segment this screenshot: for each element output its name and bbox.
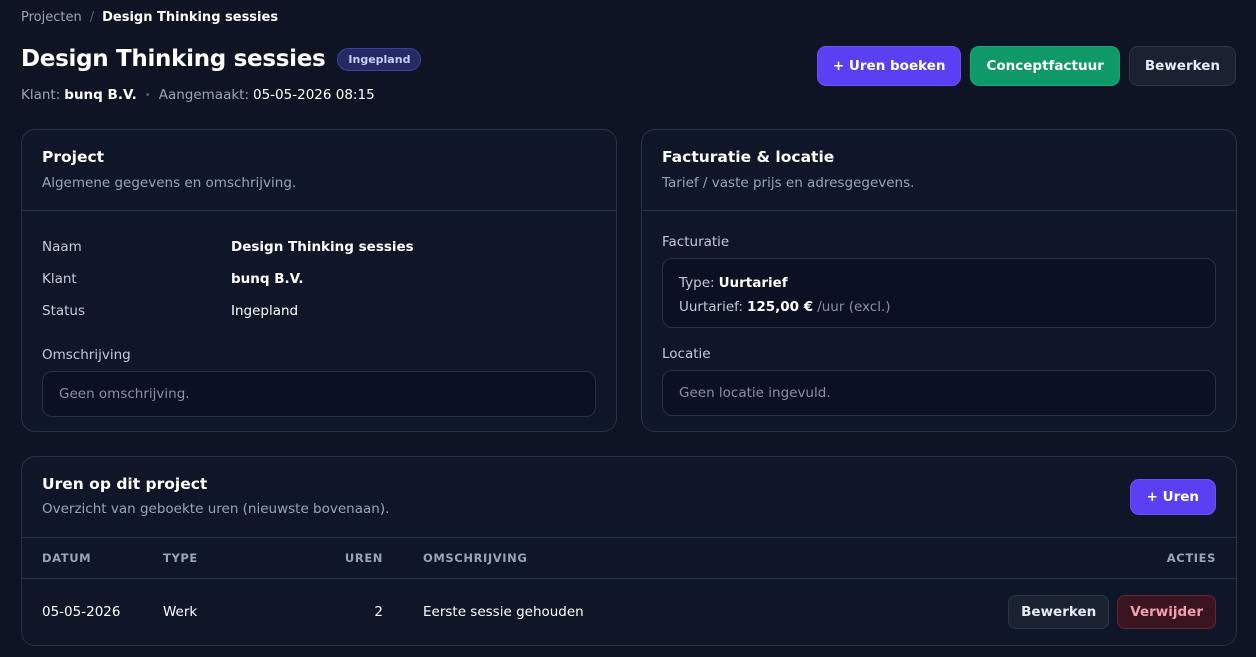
billing-label: Facturatie: [662, 234, 730, 250]
field-key: Naam: [42, 239, 82, 255]
location-label: Locatie: [662, 346, 711, 362]
breadcrumb-projects-link[interactable]: Projecten: [21, 10, 82, 25]
row-actions: Bewerken Verwijder: [1008, 595, 1216, 629]
edit-project-button[interactable]: Bewerken: [1128, 46, 1236, 86]
row-description: Eerste sessie gehouden: [423, 604, 584, 620]
hours-card: Uren op dit project Overzicht van geboek…: [21, 456, 1237, 646]
field-value: Ingepland: [231, 303, 299, 319]
column-header-date[interactable]: DATUM: [42, 551, 91, 565]
billing-card-header: Facturatie & locatie Tarief / vaste prij…: [642, 130, 1236, 211]
header-actions: + Uren boeken Conceptfactuur Bewerken: [816, 46, 1236, 86]
project-fields: Naam Design Thinking sessies Klant bunq …: [22, 211, 616, 327]
field-row-client: Klant bunq B.V.: [42, 263, 596, 295]
created-meta-label: Aangemaakt:: [158, 87, 249, 103]
billing-rate-value: 125,00 €: [746, 299, 814, 315]
description-label: Omschrijving: [42, 347, 131, 363]
client-meta-label: Klant:: [21, 87, 61, 103]
client-meta-value: bunq B.V.: [64, 87, 137, 103]
billing-type-line: Type: Uurtarief: [679, 271, 1199, 295]
description-box: Geen omschrijving.: [42, 371, 596, 417]
hours-card-title: Uren op dit project: [42, 475, 208, 493]
status-badge: Ingepland: [337, 47, 422, 71]
field-row-status: Status Ingepland: [42, 295, 596, 327]
billing-rate-line: Uurtarief: 125,00 € /uur (excl.): [679, 295, 1199, 319]
project-card-title: Project: [42, 148, 105, 166]
created-meta-value: 05-05-2026 08:15: [253, 87, 375, 103]
project-card-header: Project Algemene gegevens en omschrijvin…: [22, 130, 616, 211]
book-hours-button[interactable]: + Uren boeken: [816, 46, 962, 86]
field-value: bunq B.V.: [231, 271, 304, 287]
table-row: 05-05-2026 Werk 2 Eerste sessie gehouden…: [22, 579, 1236, 645]
billing-card-title: Facturatie & locatie: [662, 148, 835, 166]
add-hours-button[interactable]: + Uren: [1129, 479, 1216, 515]
project-meta: Klant: bunq B.V. • Aangemaakt: 05-05-202…: [21, 87, 375, 103]
field-key: Status: [42, 303, 86, 319]
column-header-type[interactable]: TYPE: [163, 551, 198, 565]
row-date: 05-05-2026: [42, 604, 121, 620]
breadcrumb-separator: /: [89, 10, 95, 25]
breadcrumb-current: Design Thinking sessies: [102, 10, 279, 25]
delete-entry-button[interactable]: Verwijder: [1117, 595, 1216, 629]
title-row: Design Thinking sessies Ingepland: [21, 46, 422, 72]
project-detail-page: Projecten / Design Thinking sessies Desi…: [0, 0, 1256, 657]
billing-type-label: Type:: [679, 275, 715, 291]
page-title: Design Thinking sessies: [21, 46, 326, 72]
meta-separator-dot: •: [144, 89, 151, 101]
field-key: Klant: [42, 271, 77, 287]
field-value: Design Thinking sessies: [231, 239, 414, 255]
edit-entry-button[interactable]: Bewerken: [1008, 595, 1110, 629]
column-header-description[interactable]: OMSCHRIJVING: [423, 551, 527, 565]
breadcrumb: Projecten / Design Thinking sessies: [21, 10, 278, 25]
billing-rate-suffix: /uur (excl.): [817, 299, 891, 315]
column-header-actions: ACTIES: [1166, 551, 1216, 565]
row-type: Werk: [163, 604, 198, 620]
hours-card-header: Uren op dit project Overzicht van geboek…: [22, 457, 1236, 538]
hours-table-header: DATUM TYPE UREN OMSCHRIJVING ACTIES: [22, 538, 1236, 579]
billing-type-value: Uurtarief: [718, 275, 788, 291]
project-card: Project Algemene gegevens en omschrijvin…: [21, 129, 617, 432]
column-header-hours[interactable]: UREN: [322, 551, 383, 565]
location-box: Geen locatie ingevuld.: [662, 370, 1216, 416]
row-hours: 2: [374, 604, 383, 620]
billing-location-card: Facturatie & locatie Tarief / vaste prij…: [641, 129, 1237, 432]
hours-card-subtitle: Overzicht van geboekte uren (nieuwste bo…: [42, 501, 390, 517]
billing-card-subtitle: Tarief / vaste prijs en adresgegevens.: [662, 175, 915, 191]
billing-box: Type: Uurtarief Uurtarief: 125,00 € /uur…: [662, 258, 1216, 328]
billing-rate-label: Uurtarief:: [679, 299, 743, 315]
field-row-name: Naam Design Thinking sessies: [42, 231, 596, 263]
draft-invoice-button[interactable]: Conceptfactuur: [970, 46, 1120, 86]
project-card-subtitle: Algemene gegevens en omschrijving.: [42, 175, 297, 191]
